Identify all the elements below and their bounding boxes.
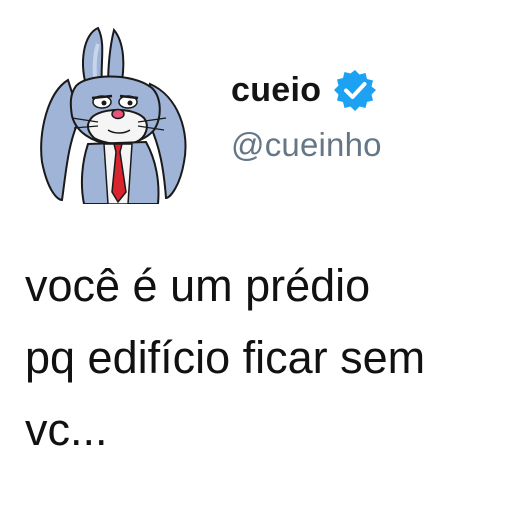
tweet-card: cueio @cueinho você é um prédio pq edifí… [0,0,512,512]
bugs-bunny-avatar-icon [40,26,187,204]
name-row: cueio [231,66,382,114]
avatar[interactable] [28,22,208,204]
tweet-text: você é um prédio pq edifício ficar sem v… [25,260,426,455]
user-handle[interactable]: @cueinho [231,126,382,164]
verified-badge-icon [333,68,377,112]
display-name[interactable]: cueio [231,71,321,110]
user-identity: cueio @cueinho [231,66,382,164]
